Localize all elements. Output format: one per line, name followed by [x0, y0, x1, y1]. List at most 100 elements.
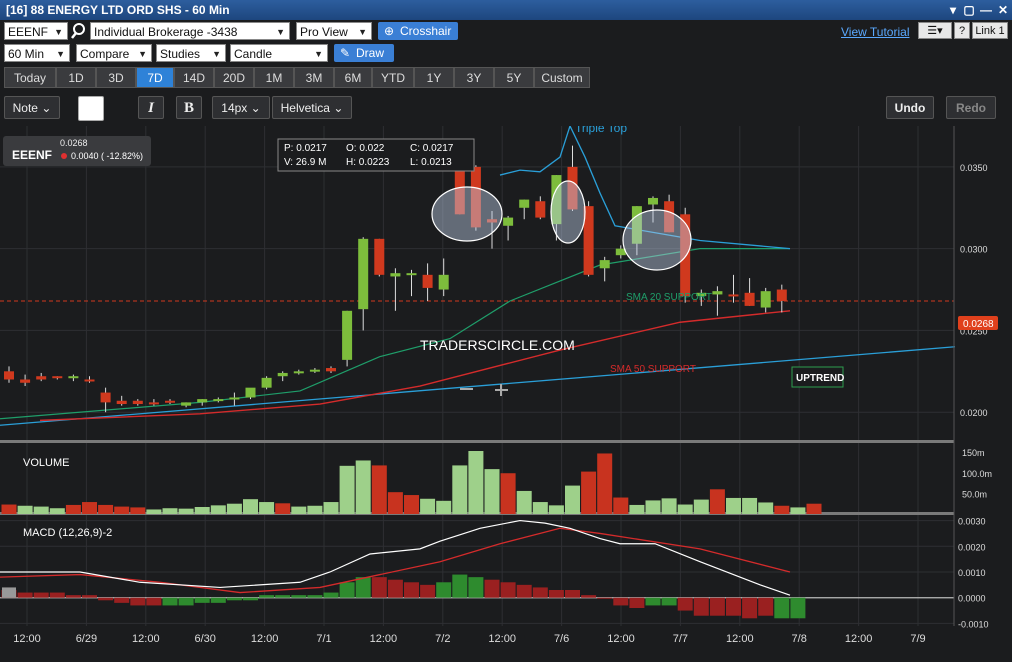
candle-body [197, 399, 208, 403]
volume-bar [194, 507, 210, 514]
ohlc-h: H: 0.0223 [346, 157, 390, 168]
candle-body [100, 392, 111, 403]
restore-icon[interactable]: ▢ [962, 3, 976, 17]
color-swatch[interactable] [78, 96, 104, 121]
link-button[interactable]: Link 1 [972, 22, 1008, 39]
macd-tick-label: 0.0020 [958, 542, 986, 552]
redo-button[interactable]: Redo [946, 96, 996, 119]
down-arrow-icon [61, 153, 67, 159]
candle-body [535, 201, 546, 218]
macd-histogram-bar [661, 597, 677, 606]
studies-select[interactable]: Studies ▼ [156, 44, 226, 62]
volume-bar [130, 507, 146, 514]
symbol-input[interactable]: EEENF ▼ [4, 22, 68, 40]
volume-bar [436, 500, 452, 514]
chart-type-select[interactable]: Candle ▼ [230, 44, 328, 62]
macd-histogram-bar [693, 597, 709, 616]
help-button[interactable]: ? [954, 22, 970, 39]
macd-histogram-bar [371, 577, 387, 598]
minimize-icon[interactable]: — [979, 3, 993, 17]
top-circle-3 [622, 209, 692, 271]
quote-change: 0.0040 ( -12.82%) [71, 151, 143, 161]
view-tutorial-link[interactable]: View Tutorial [841, 25, 909, 39]
macd-histogram-bar [387, 579, 403, 598]
range-5y[interactable]: 5Y [494, 67, 534, 88]
range-1y[interactable]: 1Y [414, 67, 454, 88]
ohlc-p: P: 0.0217 [284, 143, 327, 154]
range-today[interactable]: Today [4, 67, 56, 88]
range-6m[interactable]: 6M [334, 67, 372, 88]
macd-histogram-bar [565, 590, 580, 598]
range-7d[interactable]: 7D [136, 67, 174, 88]
view-select[interactable]: Pro View ▼ [296, 22, 372, 40]
account-select[interactable]: Individual Brokerage -3438 ▼ [90, 22, 290, 40]
volume-bar [33, 506, 49, 514]
range-custom[interactable]: Custom [534, 67, 590, 88]
range-3d[interactable]: 3D [96, 67, 136, 88]
volume-bar [98, 504, 114, 514]
x-tick-label: 7/9 [910, 633, 925, 645]
search-icon[interactable] [70, 22, 88, 40]
candle-body [293, 371, 304, 374]
draw-button[interactable]: ✎ Draw [334, 44, 394, 62]
volume-bar [404, 495, 419, 514]
range-3y[interactable]: 3Y [454, 67, 494, 88]
font-size-value: 14px [221, 101, 248, 115]
volume-bar [355, 460, 371, 514]
macd-histogram-bar [146, 597, 162, 606]
candle-body [406, 273, 417, 276]
volume-bar [226, 503, 242, 514]
macd-histogram-bar [17, 592, 33, 598]
volume-bar [452, 465, 468, 514]
range-3m[interactable]: 3M [294, 67, 334, 88]
range-1m[interactable]: 1M [254, 67, 294, 88]
chart-background [0, 126, 1012, 658]
candle-body [245, 387, 256, 398]
x-tick-label: 12:00 [13, 633, 41, 645]
candle-body [503, 217, 514, 226]
interval-select[interactable]: 60 Min ▼ [4, 44, 70, 62]
macd-histogram-bar [790, 597, 806, 619]
ohlc-l: L: 0.0213 [410, 157, 452, 168]
macd-histogram-bar [243, 597, 258, 601]
crosshair-button[interactable]: ⊕ Crosshair [378, 22, 458, 40]
candle-body [68, 376, 79, 379]
macd-histogram-bar [629, 597, 645, 608]
macd-histogram-bar [484, 579, 500, 598]
volume-bar [387, 492, 403, 514]
price-chart[interactable]: 12:00 6/29 12:00 6/30 12:00 7/1 12:00 7/2 12:00 7… [0, 126, 1012, 658]
account-value: Individual Brokerage -3438 [94, 25, 238, 39]
italic-button[interactable]: I [138, 96, 164, 119]
range-20d[interactable]: 20D [214, 67, 254, 88]
triple-top-label: Triple Top [575, 126, 627, 135]
compare-select[interactable]: Compare ▼ [76, 44, 152, 62]
chevron-down-icon: ▼ [358, 27, 367, 37]
candle-body [760, 291, 771, 308]
range-ytd[interactable]: YTD [372, 67, 414, 88]
font-family-select[interactable]: Helvetica ⌄ [272, 96, 352, 119]
undo-button[interactable]: Undo [886, 96, 934, 119]
window-menu-icon[interactable]: ▾ [946, 3, 960, 17]
compare-value: Compare [80, 47, 130, 61]
macd-histogram-bar [774, 597, 790, 619]
note-select[interactable]: Note ⌄ [4, 96, 60, 119]
macd-histogram-bar [436, 582, 452, 598]
volume-bar [146, 509, 162, 514]
volume-bar [677, 504, 693, 514]
macd-histogram-bar [709, 597, 725, 616]
studies-value: Studies [160, 47, 201, 61]
layout-menu-button[interactable]: ☰▾ [918, 22, 952, 39]
price-tick-label: 0.0200 [960, 408, 988, 418]
quote-last: 0.0268 [60, 138, 88, 148]
bold-button[interactable]: B [176, 96, 202, 119]
x-tick-label: 7/8 [792, 633, 807, 645]
range-1d[interactable]: 1D [56, 67, 96, 88]
pane-separator [0, 440, 954, 443]
font-size-select[interactable]: 14px ⌄ [212, 96, 270, 119]
close-icon[interactable]: ✕ [996, 3, 1010, 17]
watermark: TRADERSCIRCLE.COM [420, 337, 575, 353]
macd-histogram-bar [130, 597, 146, 606]
candle-body [776, 289, 787, 301]
volume-tick-label: 50.0m [962, 489, 987, 499]
range-14d[interactable]: 14D [174, 67, 214, 88]
